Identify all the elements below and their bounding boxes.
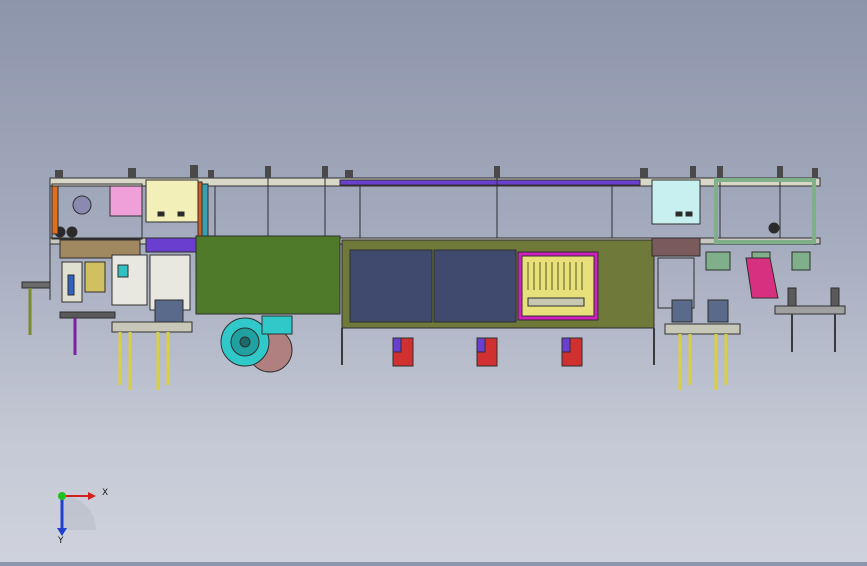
green-side-panel [195,235,341,315]
drive-motors [392,337,583,367]
top-mounting-pins [55,165,818,178]
x-axis-label: X [102,488,109,498]
y-axis-label: Y [58,536,64,546]
right-discharge-module [651,178,846,390]
machine-assembly-model[interactable] [0,0,867,562]
blower-fan-unit [220,315,293,373]
main-cabinet [341,239,655,365]
cad-graphics-viewport[interactable] [0,0,867,562]
triad-quadrant [62,496,96,530]
coordinate-triad: X Y [40,478,120,548]
origin-marker [58,492,66,500]
